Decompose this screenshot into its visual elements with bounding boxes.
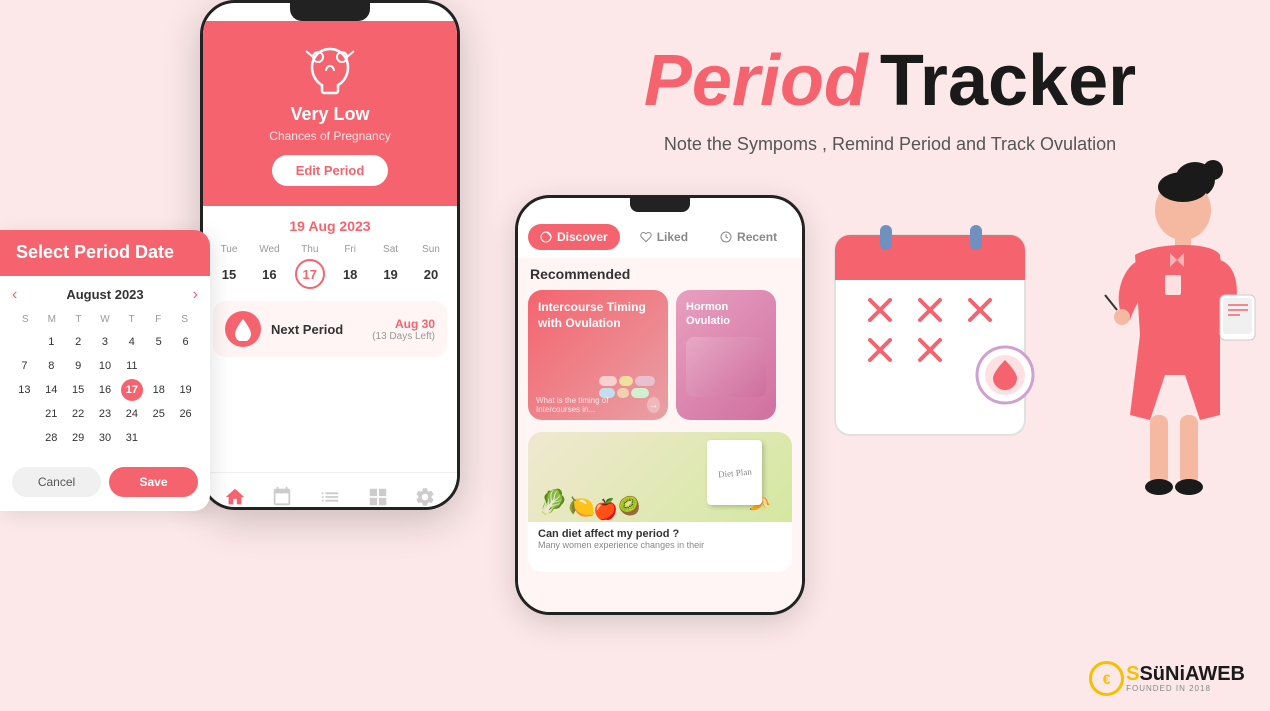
title-tracker: Tracker (880, 40, 1136, 122)
intercourse-card-sub: What is the timing of Intercourses in...… (528, 396, 668, 414)
edit-period-button[interactable]: Edit Period (272, 155, 389, 186)
tab-discover[interactable]: Discover (528, 224, 620, 250)
intercourse-card[interactable]: Intercourse Timing with Ovulation (528, 290, 668, 420)
nav-home-icon[interactable] (221, 483, 249, 510)
calendar-day-names: S M T W T F S (12, 312, 198, 327)
left-section: Very Low Chances of Pregnancy Edit Perio… (0, 0, 510, 711)
week-day-fri: Fri 18 (334, 244, 366, 289)
cards-row: Intercourse Timing with Ovulation (518, 286, 802, 424)
next-period-days-remaining: (13 Days Left) (372, 331, 435, 342)
week-day-sat: Sat 19 (375, 244, 407, 289)
week-day-sun: Sun 20 (415, 244, 447, 289)
pregnancy-label: Chances of Pregnancy (269, 129, 390, 143)
nav-settings-icon[interactable] (411, 483, 439, 510)
hormone-card[interactable]: Hormon Ovulatio (676, 290, 776, 420)
mini-calendar-header: ‹ August 2023 › (12, 286, 198, 304)
person-svg (1065, 135, 1265, 515)
tab-liked[interactable]: Liked (628, 224, 700, 250)
calendar-dates-grid: 1 2 3 4 5 6 7 8 9 10 11 13 14 15 16 (12, 331, 198, 449)
page-container: Very Low Chances of Pregnancy Edit Perio… (0, 0, 1270, 711)
calendar-month-label: August 2023 (66, 287, 143, 302)
main-phone: Very Low Chances of Pregnancy Edit Perio… (200, 0, 460, 510)
watermark: € SSüNiAWEB FOUNDED IN 2018 (1089, 661, 1245, 696)
calendar-illustration (825, 205, 1045, 485)
discover-phone-notch (630, 198, 690, 212)
phone-notch (290, 3, 370, 21)
mini-calendar: ‹ August 2023 › S M T W T F S 1 2 (0, 276, 210, 459)
week-day-tue: Tue 15 (213, 244, 245, 289)
select-period-header: Select Period Date (0, 230, 210, 276)
watermark-logo: € (1089, 661, 1124, 696)
next-period-date: Aug 30 (372, 317, 435, 331)
prev-month-button[interactable]: ‹ (12, 286, 17, 304)
select-period-panel: Select Period Date ‹ August 2023 › S M T… (0, 230, 210, 511)
watermark-brand: SSüNiAWEB FOUNDED IN 2018 (1126, 664, 1245, 693)
title-period: Period (644, 40, 868, 122)
uterus-icon (300, 41, 360, 96)
title-row: Period Tracker (644, 40, 1136, 122)
diet-card-info: Can diet affect my period ? Many women e… (528, 522, 792, 556)
app-subtitle: Note the Sympoms , Remind Period and Tra… (664, 134, 1116, 155)
next-month-button[interactable]: › (193, 286, 198, 304)
phone-calendar-section: 19 Aug 2023 Tue 15 Wed 16 Thu (203, 206, 457, 472)
hormone-card-title: Hormon Ovulatio (686, 300, 766, 329)
right-section: Period Tracker Note the Sympoms , Remind… (510, 0, 1270, 711)
blood-drop-icon (225, 311, 261, 347)
calendar-svg (825, 205, 1035, 455)
week-day-wed: Wed 16 (253, 244, 285, 289)
diet-card-subtitle: Many women experience changes in their (538, 540, 782, 550)
nav-calendar-icon[interactable] (268, 483, 296, 510)
save-button[interactable]: Save (109, 467, 198, 497)
panel-action-buttons: Cancel Save (0, 459, 210, 511)
diet-card-image: 🥬 🍋 🍎 🥝 🍌 Diet Plan (528, 432, 792, 522)
discover-phone: Discover Liked Recent Recommended (515, 195, 805, 615)
next-period-label: Next Period (271, 322, 362, 337)
recommended-label: Recommended (518, 258, 802, 286)
phone-top-section: Very Low Chances of Pregnancy Edit Perio… (203, 21, 457, 206)
tab-recent[interactable]: Recent (708, 224, 789, 250)
diet-card-title: Can diet affect my period ? (538, 528, 782, 540)
cancel-button[interactable]: Cancel (12, 467, 101, 497)
intercourse-card-title: Intercourse Timing with Ovulation (538, 300, 658, 331)
nav-grid-icon[interactable] (364, 483, 392, 510)
week-day-thu[interactable]: Thu 17 (294, 244, 326, 289)
week-strip: Tue 15 Wed 16 Thu 17 Fri (213, 244, 447, 289)
next-period-row: Next Period Aug 30 (13 Days Left) (213, 301, 447, 357)
phone-bottom-nav (203, 472, 457, 510)
select-period-title: Select Period Date (16, 242, 194, 264)
person-illustration (1065, 135, 1265, 515)
pregnancy-status: Very Low (290, 104, 369, 125)
nav-list-icon[interactable] (316, 483, 344, 510)
diet-plan-card[interactable]: 🥬 🍋 🍎 🥝 🍌 Diet Plan Can diet affect my (528, 432, 792, 572)
current-date: 19 Aug 2023 (213, 218, 447, 234)
discover-tabs: Discover Liked Recent (518, 212, 802, 258)
